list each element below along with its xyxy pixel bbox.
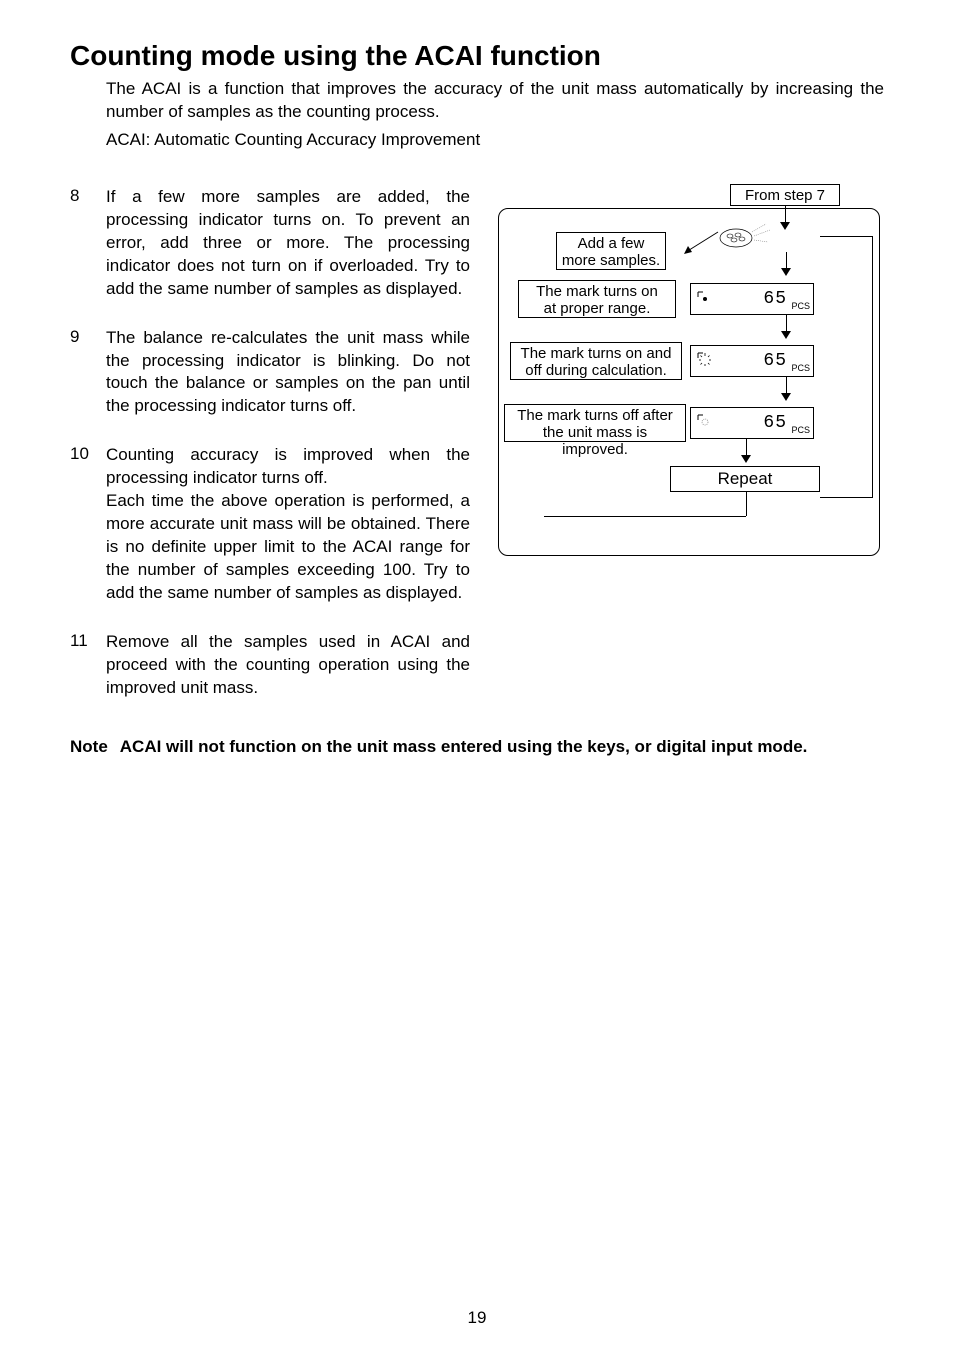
page-number: 19 — [0, 1308, 954, 1328]
processing-indicator-on-icon — [697, 290, 707, 300]
diagram-mark-off: The mark turns off after the unit mass i… — [504, 404, 686, 442]
step-11: 11 Remove all the samples used in ACAI a… — [70, 631, 470, 700]
step-number: 9 — [70, 327, 90, 419]
note-block: Note ACAI will not function on the unit … — [70, 736, 884, 759]
lcd-value: 65 — [763, 413, 787, 433]
processing-indicator-off-icon — [697, 414, 707, 424]
intro-acronym: ACAI: Automatic Counting Accuracy Improv… — [106, 130, 884, 150]
diagram-repeat-label: Repeat — [718, 469, 773, 488]
diagram-from-step-label: From step 7 — [745, 187, 825, 204]
diagram-repeat: Repeat — [670, 466, 820, 492]
lcd-display-2: 65 PCS — [690, 345, 814, 377]
step-text: The balance re-calculates the unit mass … — [106, 327, 470, 419]
step-8: 8 If a few more samples are added, the p… — [70, 186, 470, 301]
diagram-from-step: From step 7 — [730, 184, 840, 206]
step-number: 11 — [70, 631, 90, 700]
step-number: 10 — [70, 444, 90, 605]
lcd-unit: PCS — [791, 363, 810, 373]
lcd-unit: PCS — [791, 301, 810, 311]
lcd-unit: PCS — [791, 425, 810, 435]
diagram-add-samples: Add a few more samples. — [556, 232, 666, 270]
flow-diagram: From step 7 Add a few more samples. The … — [490, 180, 884, 580]
step-9: 9 The balance re-calculates the unit mas… — [70, 327, 470, 419]
lcd-value: 65 — [763, 289, 787, 309]
lcd-value: 65 — [763, 351, 787, 371]
step-number: 8 — [70, 186, 90, 301]
diagram-loop-line — [820, 236, 873, 498]
diagram-mark-on: The mark turns on at proper range. — [518, 280, 676, 318]
lcd-display-1: 65 PCS — [690, 283, 814, 315]
diagram-arrow — [678, 226, 738, 266]
step-10: 10 Counting accuracy is improved when th… — [70, 444, 470, 605]
step-text: Counting accuracy is improved when the p… — [106, 444, 470, 605]
step-text: If a few more samples are added, the pro… — [106, 186, 470, 301]
step-text: Remove all the samples used in ACAI and … — [106, 631, 470, 700]
steps-column: 8 If a few more samples are added, the p… — [70, 186, 470, 726]
page-title: Counting mode using the ACAI function — [70, 40, 884, 72]
diagram-mark-blink: The mark turns on and off during calcula… — [510, 342, 682, 380]
intro-paragraph: The ACAI is a function that improves the… — [106, 78, 884, 124]
note-text: ACAI will not function on the unit mass … — [120, 736, 808, 759]
note-label: Note — [70, 736, 108, 759]
lcd-display-3: 65 PCS — [690, 407, 814, 439]
processing-indicator-blink-icon — [697, 352, 707, 362]
